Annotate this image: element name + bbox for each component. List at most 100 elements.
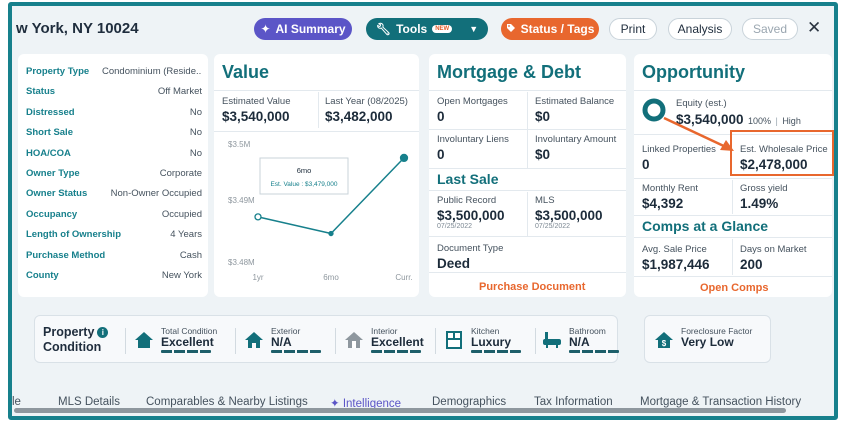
days-on-market-value: 200 (740, 257, 763, 272)
property-detail-label: Short Sale (26, 127, 73, 139)
public-record-label: Public Record (437, 195, 497, 206)
gross-yield-value: 1.49% (740, 196, 779, 211)
y-tick-label: $3.5M (228, 140, 251, 149)
involuntary-liens-value: 0 (437, 147, 445, 162)
wrench-icon: 🔧︎ (375, 22, 392, 36)
foreclosure-factor-panel: $ Foreclosure Factor Very Low (644, 315, 771, 363)
foreclosure-factor-value: Very Low (681, 335, 734, 349)
open-mortgages-label: Open Mortgages (437, 96, 508, 107)
tab-mls-details[interactable]: MLS Details (58, 396, 120, 408)
document-type-cell: Document Type Deed (437, 243, 503, 271)
property-detail-row: Owner Type Corporate (26, 168, 202, 188)
tooltip-title: 6mo (297, 166, 312, 175)
header-toolbar: w York, NY 10024 ✦ AI Summary 🔧︎ Tools N… (12, 6, 834, 54)
tab-tax-information[interactable]: Tax Information (534, 396, 613, 408)
divider (335, 328, 336, 354)
involuntary-amount-cell: Involuntary Amount $0 (535, 134, 616, 162)
purchase-document-link[interactable]: Purchase Document (479, 281, 585, 293)
avg-sale-price-cell: Avg. Sale Price $1,987,446 (642, 244, 710, 272)
value-card: Value Estimated Value $3,540,000 Last Ye… (214, 54, 419, 297)
house-icon (135, 332, 153, 348)
gross-yield-cell: Gross yield 1.49% (740, 183, 788, 211)
total-condition-rating-bar (161, 350, 211, 353)
property-detail-label: Owner Type (26, 167, 80, 179)
mortgage-title: Mortgage & Debt (437, 62, 581, 82)
property-detail-value: Corporate (159, 167, 202, 179)
divider (527, 192, 528, 236)
info-icon[interactable]: i (97, 327, 109, 338)
last-year-value: $3,482,000 (325, 109, 393, 124)
tab-comparables[interactable]: Comparables & Nearby Listings (146, 396, 308, 408)
property-detail-label: Occupancy (26, 208, 78, 220)
property-address-title: w York, NY 10024 (16, 20, 139, 37)
property-detail-label: Length of Ownership (26, 229, 121, 241)
property-detail-row: HOA/COA No (26, 148, 202, 168)
x-tick-label: 1yr (252, 273, 263, 282)
house-dollar-icon: $ (655, 332, 673, 348)
divider (634, 276, 832, 277)
property-detail-row: Distressed No (26, 107, 202, 127)
equity-label: Equity (est.) (676, 98, 727, 109)
monthly-rent-value: $4,392 (642, 196, 684, 211)
open-comps-link[interactable]: Open Comps (700, 282, 768, 294)
interior-rating-bar (371, 350, 421, 353)
property-detail-value: No (189, 106, 202, 118)
property-detail-label: Property Type (26, 66, 90, 77)
divider (429, 190, 626, 191)
sparkle-icon: ✦ (260, 22, 271, 36)
divider (527, 92, 528, 168)
tab-partial[interactable]: le (12, 396, 21, 408)
document-type-value: Deed (437, 256, 471, 271)
property-detail-label: Purchase Method (26, 249, 106, 261)
open-mortgages-value: 0 (437, 109, 445, 124)
tools-dropdown-button[interactable]: 🔧︎ Tools NEW ▼ (366, 18, 488, 40)
divider (435, 328, 436, 354)
divider (429, 272, 626, 273)
total-condition-value: Excellent (161, 335, 214, 349)
days-on-market-label: Days on Market (740, 244, 807, 255)
property-detail-value: New York (161, 269, 202, 281)
avg-sale-price-label: Avg. Sale Price (642, 244, 707, 255)
divider (634, 90, 832, 91)
tools-label: Tools (396, 22, 428, 36)
value-data-point[interactable] (399, 153, 409, 163)
print-button[interactable]: Print (609, 18, 657, 40)
value-data-point[interactable] (254, 213, 262, 221)
divider (535, 328, 536, 354)
ai-summary-button[interactable]: ✦ AI Summary (254, 18, 352, 40)
analysis-button[interactable]: Analysis (668, 18, 732, 40)
tag-icon (506, 22, 516, 36)
public-record-date: 07/25/2022 (437, 223, 473, 230)
svg-text:$: $ (662, 339, 667, 348)
kitchen-icon (446, 331, 462, 349)
property-detail-row: Status Off Market (26, 86, 202, 106)
property-detail-value: Occupied (161, 208, 202, 220)
days-on-market-cell: Days on Market 200 (740, 244, 807, 272)
status-tags-button[interactable]: Status / Tags (501, 18, 599, 40)
tab-demographics[interactable]: Demographics (432, 396, 506, 408)
divider (214, 90, 419, 91)
property-detail-value: Off Market (157, 86, 202, 98)
estimated-balance-value: $0 (535, 109, 551, 124)
divider (429, 168, 626, 169)
property-condition-panel: Property i Condition Total Condition Exce… (34, 315, 619, 363)
house-exterior-icon (245, 332, 263, 348)
value-history-chart[interactable]: $3.5M $3.49M $3.48M 1yr 6mo Curr. 6mo Est. V… (214, 134, 419, 294)
property-detail-value: Cash (179, 249, 202, 261)
divider (634, 178, 832, 179)
value-data-point[interactable] (328, 230, 334, 237)
kitchen-rating-bar (471, 350, 521, 353)
divider (125, 328, 126, 354)
ai-summary-label: AI Summary (275, 22, 346, 36)
horizontal-scrollbar[interactable] (12, 408, 834, 414)
x-tick-label: 6mo (323, 273, 339, 282)
tab-mortgage-history[interactable]: Mortgage & Transaction History (640, 396, 801, 408)
close-icon[interactable]: ✕ (807, 18, 821, 38)
chart-tooltip: 6mo Est. Value : $3,479,000 (259, 157, 349, 195)
y-tick-label: $3.48M (228, 258, 255, 267)
estimated-value: $3,540,000 (222, 109, 290, 124)
scrollbar-thumb[interactable] (14, 408, 786, 413)
saved-button[interactable]: Saved (742, 18, 798, 40)
kitchen-value: Luxury (471, 335, 512, 349)
divider (732, 180, 733, 214)
